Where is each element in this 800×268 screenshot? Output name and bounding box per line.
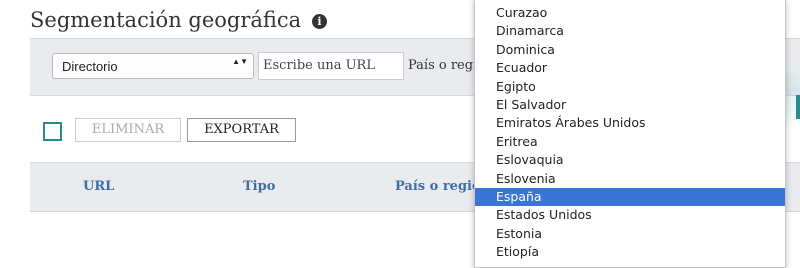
directory-select[interactable]: Directorio ▲▼ bbox=[52, 53, 254, 79]
dropdown-option[interactable]: Dinamarca bbox=[475, 22, 785, 40]
dropdown-option[interactable]: Etiopía bbox=[475, 243, 785, 261]
info-icon[interactable]: i bbox=[311, 14, 327, 29]
dropdown-option[interactable]: Eslovenia bbox=[475, 170, 785, 188]
select-all-checkbox[interactable] bbox=[43, 122, 62, 141]
dropdown-option[interactable]: Dominica bbox=[475, 41, 785, 59]
dropdown-option[interactable]: Egipto bbox=[475, 78, 785, 96]
column-header-url[interactable]: URL bbox=[83, 179, 114, 194]
delete-button[interactable]: ELIMINAR bbox=[75, 118, 181, 142]
dropdown-option[interactable]: Estonia bbox=[475, 225, 785, 243]
url-input[interactable]: Escribe una URL bbox=[258, 52, 404, 80]
dropdown-option[interactable]: Ecuador bbox=[475, 59, 785, 77]
page-title-text: Segmentación geográfica bbox=[30, 8, 302, 32]
dropdown-option[interactable]: Curazao bbox=[475, 4, 785, 22]
dropdown-options: Curazao Dinamarca Dominica Ecuador Egipto El … bbox=[475, 0, 785, 261]
dropdown-option[interactable]: El Salvador bbox=[475, 96, 785, 114]
apply-button-edge[interactable] bbox=[796, 95, 800, 119]
select-arrows-icon: ▲▼ bbox=[232, 57, 248, 66]
dropdown-option[interactable]: Eslovaquia bbox=[475, 151, 785, 169]
country-dropdown-list[interactable]: Curazao Dinamarca Dominica Ecuador Egipto El … bbox=[474, 0, 786, 268]
dropdown-option[interactable]: Emiratos Árabes Unidos bbox=[475, 114, 785, 132]
column-header-type[interactable]: Tipo bbox=[243, 179, 275, 194]
dropdown-option[interactable]: Estados Unidos bbox=[475, 206, 785, 224]
page-title: Segmentación geográfica i bbox=[30, 8, 327, 32]
export-button[interactable]: EXPORTAR bbox=[187, 118, 296, 142]
dropdown-option[interactable]: Eritrea bbox=[475, 133, 785, 151]
dropdown-option[interactable]: España bbox=[475, 187, 785, 207]
directory-select-value: Directorio bbox=[62, 59, 118, 74]
